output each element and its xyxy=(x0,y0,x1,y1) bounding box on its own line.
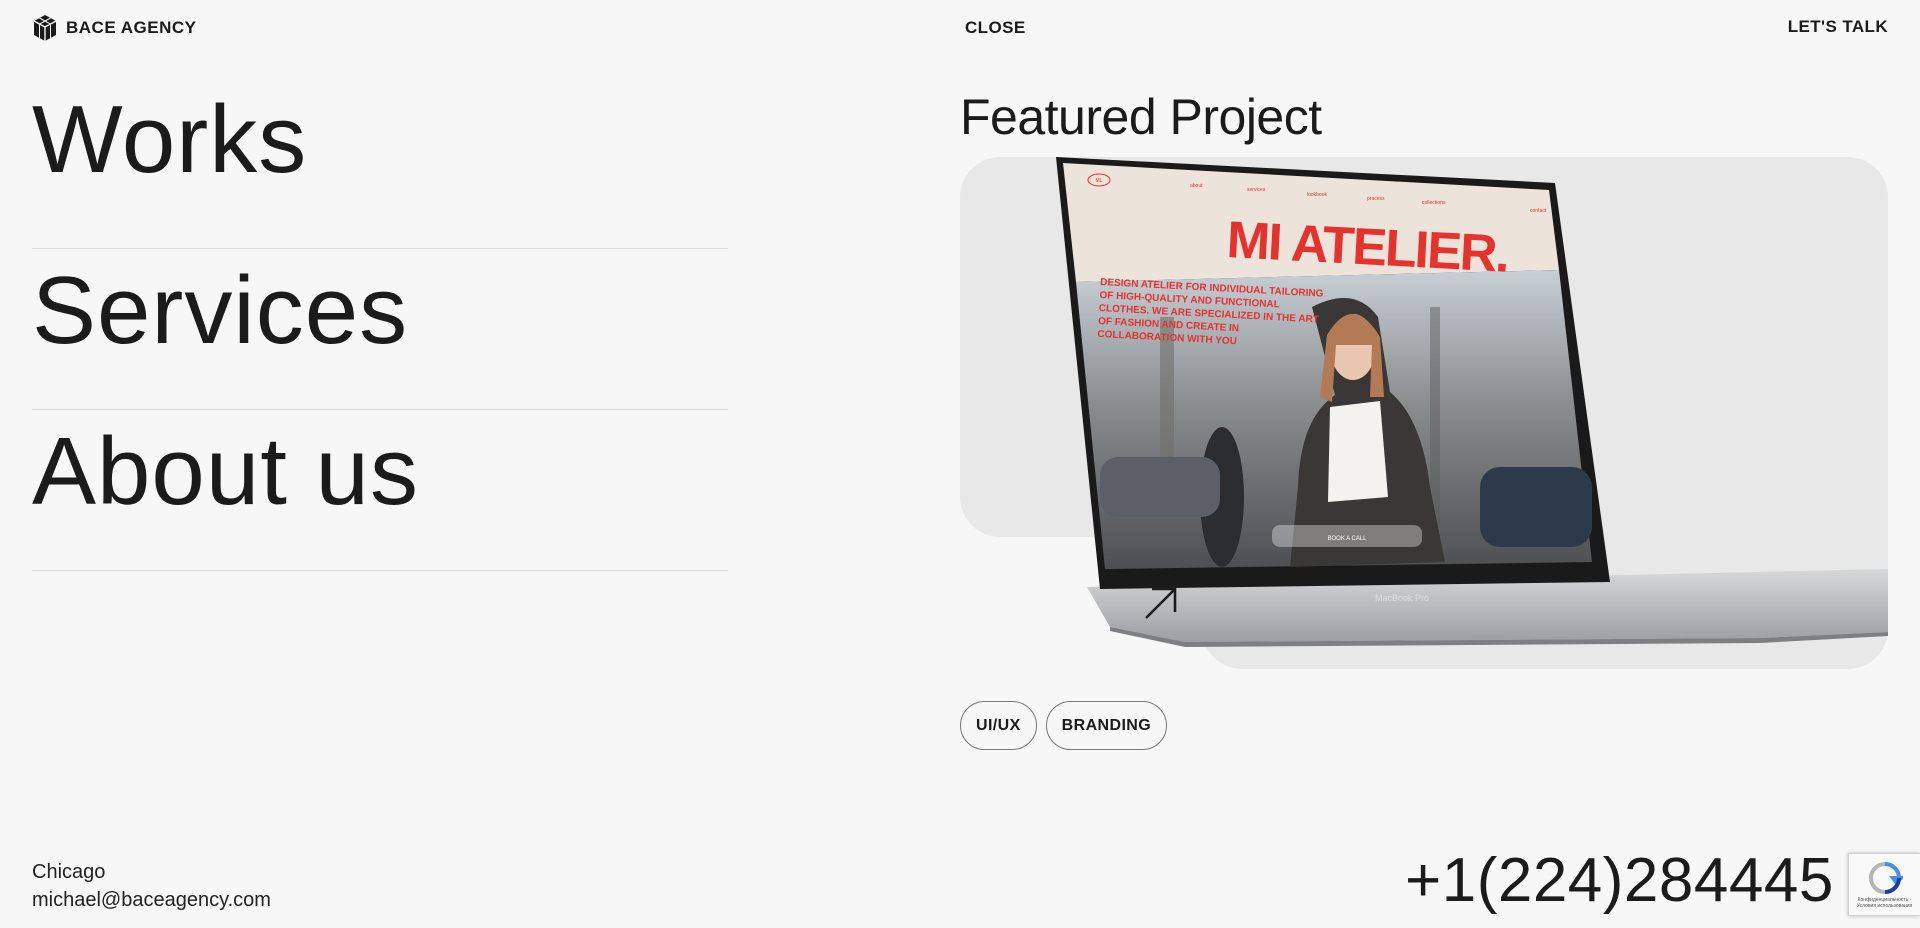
screen-nav-lookbook: lookbook xyxy=(1307,192,1328,198)
lets-talk-button[interactable]: LET'S TALK xyxy=(1788,17,1888,37)
recaptcha-text: Конфиденциальность - Условия использован… xyxy=(1856,897,1913,909)
brand-logo[interactable]: BACE AGENCY xyxy=(32,14,197,42)
screen-nav-services: services xyxy=(1247,187,1266,193)
cube-logo-icon xyxy=(33,15,57,41)
brand-name: BACE AGENCY xyxy=(66,18,197,37)
project-tags: UI/UX BRANDING xyxy=(960,701,1168,750)
email-link[interactable]: michael@baceagency.com xyxy=(32,889,271,911)
recaptcha-badge[interactable]: Конфиденциальность - Условия использован… xyxy=(1848,853,1920,916)
featured-project-card[interactable]: BOOK A CALL ML about services lookbook p… xyxy=(960,157,1888,669)
phone-number[interactable]: +1(224)284445 xyxy=(1405,850,1834,912)
screen-logo-text: ML xyxy=(1096,178,1103,184)
screen-nav-process: process xyxy=(1367,196,1385,202)
arrow-up-right-icon[interactable] xyxy=(1140,582,1182,624)
tag-branding[interactable]: BRANDING xyxy=(1045,701,1168,750)
laptop-label: MacBook Pro xyxy=(1375,593,1429,603)
contact-info: Chicago michael@baceagency.com xyxy=(32,858,271,914)
screen-nav-about: about xyxy=(1190,183,1203,189)
screen-nav-collections: collections xyxy=(1422,200,1446,206)
close-menu-button[interactable]: CLOSE xyxy=(965,18,1026,38)
screen-cta-text: BOOK A CALL xyxy=(1327,536,1367,542)
city-text: Chicago xyxy=(32,861,106,883)
menu-item-services[interactable]: Services xyxy=(32,249,728,410)
laptop-mockup-image: BOOK A CALL ML about services lookbook p… xyxy=(1056,157,1888,647)
menu-item-about-us[interactable]: About us xyxy=(32,410,728,571)
featured-project-title: Featured Project xyxy=(960,89,1322,145)
menu-item-works[interactable]: Works xyxy=(32,88,728,249)
main-menu: Works Services About us xyxy=(32,88,728,571)
tag-ui-ux[interactable]: UI/UX xyxy=(960,701,1037,750)
screen-nav-contact: contact xyxy=(1530,208,1547,214)
recaptcha-icon xyxy=(1868,862,1903,894)
